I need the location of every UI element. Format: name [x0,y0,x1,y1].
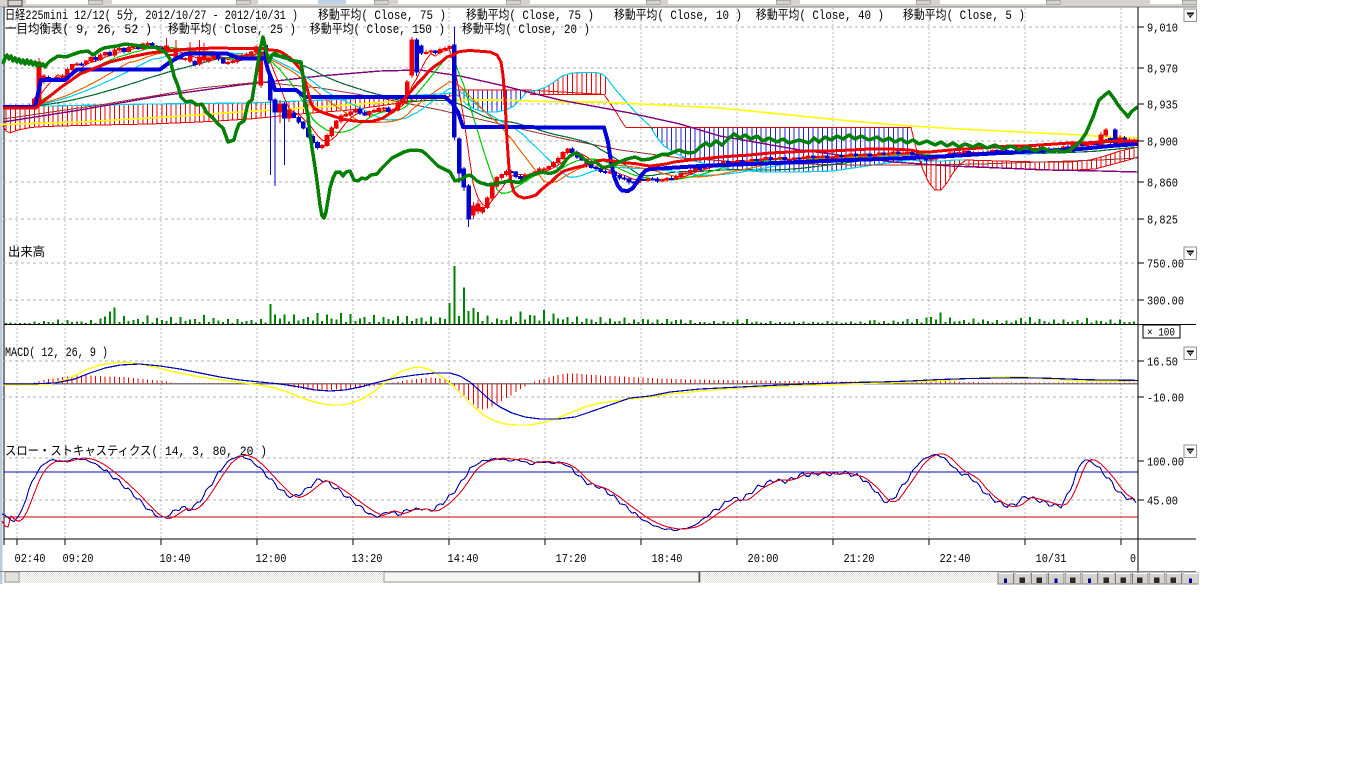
svg-text:14:40: 14:40 [448,552,479,566]
svg-text:9,010: 9,010 [1147,22,1178,36]
svg-text:16.50: 16.50 [1147,356,1178,370]
svg-text:日経225mini 12/12( 5分, 2012/10/2: 日経225mini 12/12( 5分, 2012/10/27 - 2012/1… [5,8,298,23]
svg-text:-10.00: -10.00 [1147,392,1184,406]
svg-text:100.00: 100.00 [1147,456,1184,470]
svg-text:0: 0 [1130,552,1136,566]
svg-text:× 100: × 100 [1147,328,1175,340]
svg-text:8,860: 8,860 [1147,177,1178,191]
svg-text:750.00: 750.00 [1147,258,1184,272]
svg-text:移動平均( Close, 75 ): 移動平均( Close, 75 ) [466,8,594,23]
svg-text:移動平均( Close, 10 ): 移動平均( Close, 10 ) [614,8,742,23]
svg-text:移動平均( Close, 25 ): 移動平均( Close, 25 ) [168,22,296,37]
svg-text:8,825: 8,825 [1147,214,1178,228]
svg-text:02:40: 02:40 [15,552,46,566]
svg-text:13:20: 13:20 [352,552,383,566]
svg-text:スロー・ストキャスティクス( 14, 3, 80, 20 ): スロー・ストキャスティクス( 14, 3, 80, 20 ) [5,444,267,459]
svg-text:09:20: 09:20 [63,552,94,566]
svg-text:移動平均( Close, 150 ): 移動平均( Close, 150 ) [310,22,445,37]
svg-text:移動平均( Close, 5 ): 移動平均( Close, 5 ) [903,8,1025,23]
svg-text:移動平均( Close, 20 ): 移動平均( Close, 20 ) [462,22,590,37]
svg-text:移動平均( Close, 75 ): 移動平均( Close, 75 ) [318,8,446,23]
svg-text:20:00: 20:00 [748,552,779,566]
svg-text:8,900: 8,900 [1147,136,1178,150]
svg-text:300.00: 300.00 [1147,295,1184,309]
svg-text:18:40: 18:40 [652,552,683,566]
svg-text:22:40: 22:40 [940,552,971,566]
svg-text:出来高: 出来高 [8,244,45,260]
svg-text:8,970: 8,970 [1147,63,1178,77]
svg-text:一目均衡表( 9, 26, 52 ): 一目均衡表( 9, 26, 52 ) [5,22,152,37]
svg-text:8,935: 8,935 [1147,99,1178,113]
svg-text:21:20: 21:20 [844,552,875,566]
svg-text:10:40: 10:40 [160,552,191,566]
svg-text:45.00: 45.00 [1147,495,1178,509]
svg-text:17:20: 17:20 [556,552,587,566]
svg-text:12:00: 12:00 [256,552,287,566]
svg-text:MACD( 12, 26, 9 ): MACD( 12, 26, 9 ) [5,346,108,360]
svg-text:10/31: 10/31 [1036,552,1067,566]
svg-text:移動平均( Close, 40 ): 移動平均( Close, 40 ) [756,8,884,23]
